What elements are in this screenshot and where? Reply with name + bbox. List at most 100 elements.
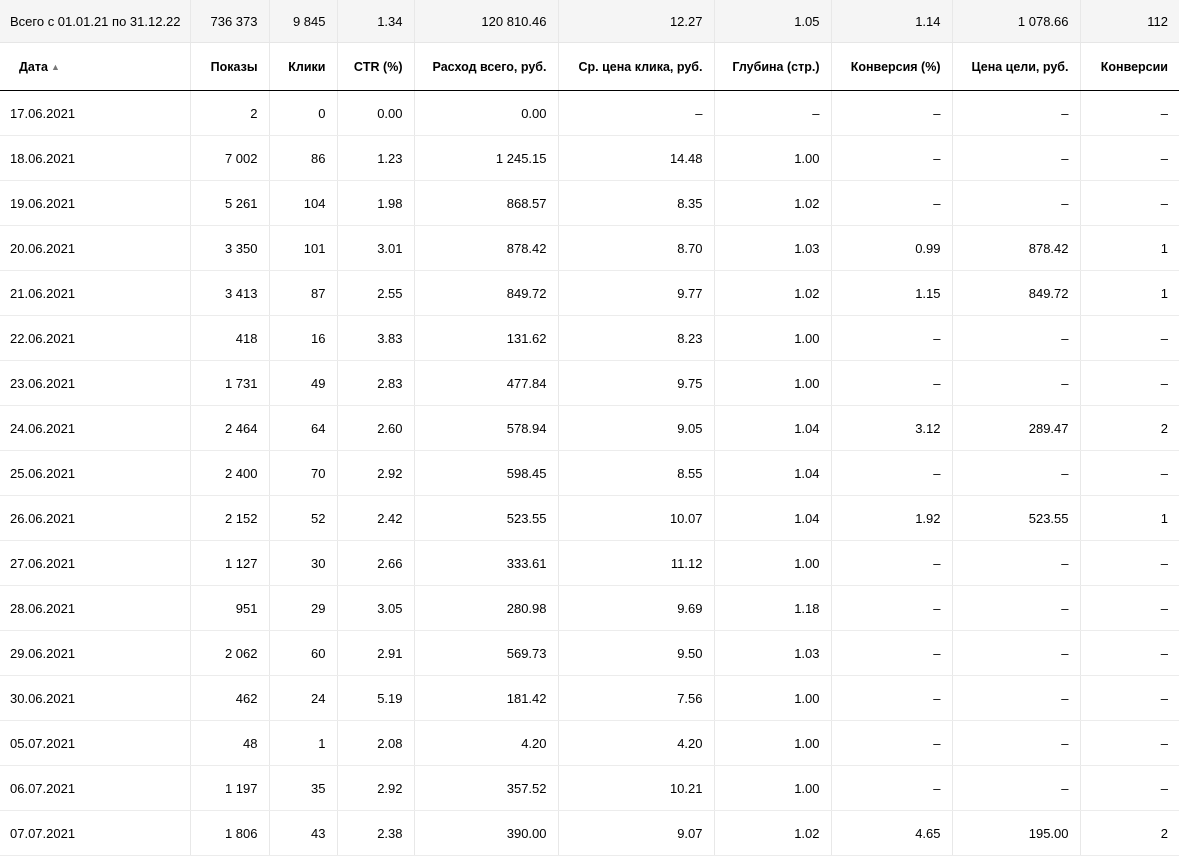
column-header-conversions[interactable]: Конверсии: [1079, 42, 1179, 91]
column-header-depth[interactable]: Глубина (стр.): [713, 42, 831, 91]
table-cell: 49: [268, 360, 337, 406]
column-header-impressions[interactable]: Показы: [189, 42, 269, 91]
table-cell: 849.72: [413, 270, 558, 316]
table-cell: 3 413: [189, 270, 269, 316]
table-cell: 390.00: [413, 810, 558, 856]
column-header-spend[interactable]: Расход всего, руб.: [413, 42, 558, 91]
table-cell: –: [1079, 720, 1179, 766]
table-cell: 2 152: [189, 495, 269, 541]
column-header-avg-cpc[interactable]: Ср. цена клика, руб.: [557, 42, 714, 91]
column-header-clicks[interactable]: Клики: [268, 42, 337, 91]
totals-ctr: 1.34: [336, 0, 414, 43]
table-cell: 1.00: [713, 360, 831, 406]
table-cell: 1.04: [713, 495, 831, 541]
table-cell: 1.92: [830, 495, 952, 541]
table-row: 18.06.2021 7 002 86 1.23 1 245.15 14.48 1.00– –…: [0, 135, 1179, 181]
table-cell: –: [1079, 585, 1179, 631]
table-cell: 1 127: [189, 540, 269, 586]
table-cell: 5.19: [336, 675, 414, 721]
table-cell: 1 245.15: [413, 135, 558, 181]
table-cell: –: [830, 90, 952, 136]
table-cell: 11.12: [557, 540, 714, 586]
table-cell: 10.21: [557, 765, 714, 811]
table-cell: –: [830, 135, 952, 181]
table-cell: –: [830, 630, 952, 676]
table-row: 17.06.2021 2 0 0.00 0.00– – – – –: [0, 90, 1179, 136]
table-cell: 1.00: [713, 135, 831, 181]
table-cell: 22.06.2021: [0, 315, 190, 361]
totals-conversions: 112: [1079, 0, 1179, 43]
table-cell: –: [830, 675, 952, 721]
table-cell: 25.06.2021: [0, 450, 190, 496]
table-cell: 1.00: [713, 675, 831, 721]
table-cell: –: [1079, 135, 1179, 181]
table-cell: 1.18: [713, 585, 831, 631]
table-cell: 9.69: [557, 585, 714, 631]
table-cell: –: [1079, 90, 1179, 136]
table-cell: 1.02: [713, 180, 831, 226]
table-cell: 60: [268, 630, 337, 676]
table-row: 21.06.2021 3 413 87 2.55 849.72 9.77 1.02 1.15 8…: [0, 270, 1179, 316]
table-cell: 2.66: [336, 540, 414, 586]
table-cell: –: [1079, 450, 1179, 496]
table-cell: –: [1079, 630, 1179, 676]
table-cell: 35: [268, 765, 337, 811]
table-cell: 1.02: [713, 810, 831, 856]
table-cell: 333.61: [413, 540, 558, 586]
table-cell: 0.99: [830, 225, 952, 271]
table-cell: 849.72: [951, 270, 1080, 316]
column-header-date[interactable]: Дата ▲: [0, 42, 190, 91]
table-cell: 52: [268, 495, 337, 541]
table-cell: –: [830, 765, 952, 811]
table-cell: 16: [268, 315, 337, 361]
table-row: 07.07.2021 1 806 43 2.38 390.00 9.07 1.02 4.65 1…: [0, 810, 1179, 856]
table-cell: 878.42: [951, 225, 1080, 271]
table-cell: 131.62: [413, 315, 558, 361]
table-cell: 70: [268, 450, 337, 496]
table-cell: 4.65: [830, 810, 952, 856]
table-cell: 1.15: [830, 270, 952, 316]
table-cell: 8.35: [557, 180, 714, 226]
table-cell: 86: [268, 135, 337, 181]
table-cell: 1.04: [713, 405, 831, 451]
table-cell: 06.07.2021: [0, 765, 190, 811]
table-cell: –: [951, 720, 1080, 766]
totals-label: Всего с 01.01.21 по 31.12.22: [0, 0, 190, 43]
table-cell: 21.06.2021: [0, 270, 190, 316]
table-cell: 578.94: [413, 405, 558, 451]
table-row: 27.06.2021 1 127 30 2.66 333.61 11.12 1.00– – –: [0, 540, 1179, 586]
table-cell: 30: [268, 540, 337, 586]
table-cell: 1.00: [713, 765, 831, 811]
table-cell: –: [951, 585, 1080, 631]
table-cell: 9.50: [557, 630, 714, 676]
column-header-goal-cost[interactable]: Цена цели, руб.: [951, 42, 1080, 91]
sort-ascending-icon: ▲: [50, 61, 60, 72]
table-cell: –: [951, 360, 1080, 406]
table-cell: 28.06.2021: [0, 585, 190, 631]
table-cell: 3.01: [336, 225, 414, 271]
table-cell: –: [951, 90, 1080, 136]
table-cell: –: [713, 90, 831, 136]
table-cell: 7 002: [189, 135, 269, 181]
column-header-conversion-rate[interactable]: Конверсия (%): [830, 42, 952, 91]
table-cell: –: [1079, 540, 1179, 586]
table-cell: 4.20: [413, 720, 558, 766]
table-cell: 29.06.2021: [0, 630, 190, 676]
table-cell: –: [830, 720, 952, 766]
table-cell: 9.75: [557, 360, 714, 406]
table-cell: 8.23: [557, 315, 714, 361]
table-cell: –: [951, 765, 1080, 811]
table-row: 28.06.2021 951 29 3.05 280.98 9.69 1.18– – –: [0, 585, 1179, 631]
table-cell: 87: [268, 270, 337, 316]
header-row: Дата ▲ Показы Клики CTR (%) Расход всего,…: [0, 42, 1179, 91]
table-cell: 9.05: [557, 405, 714, 451]
table-cell: 1: [1079, 270, 1179, 316]
table-cell: 2.83: [336, 360, 414, 406]
table-cell: 2.38: [336, 810, 414, 856]
table-cell: 2 464: [189, 405, 269, 451]
column-header-ctr[interactable]: CTR (%): [336, 42, 414, 91]
table-cell: 8.55: [557, 450, 714, 496]
table-cell: 2: [1079, 405, 1179, 451]
table-row: 05.07.2021 48 1 2.08 4.20 4.20 1.00– – –: [0, 720, 1179, 766]
table-body: 17.06.2021 2 0 0.00 0.00– – – – –18.06.2021 7 002…: [0, 90, 1179, 856]
